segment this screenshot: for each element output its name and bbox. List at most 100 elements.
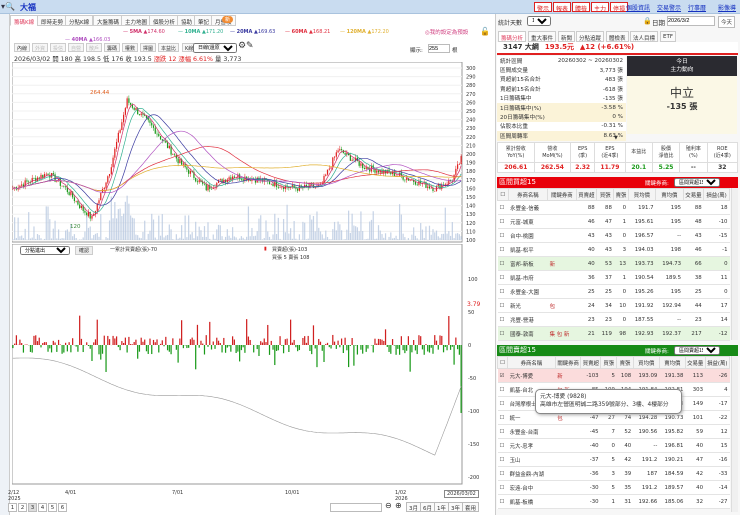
chart-tool-button[interactable]: 外資 [32,43,49,52]
row-checkbox[interactable]: ☐ [497,228,509,243]
broker-row[interactable]: ☐ 群益金鼎-內湖 -36 3 39 187 184.59 42 -33 [497,466,730,481]
row-checkbox[interactable]: ☐ [497,312,509,327]
chart-tool-button[interactable]: 擇圖 [140,43,157,52]
right-tab-2[interactable]: 新聞 [558,31,576,42]
tab-0[interactable]: 籌碼K線 [10,15,39,26]
bars-count-input[interactable] [428,44,450,53]
price-chart[interactable]: 300 290 280 270 260 250 240 230 220 210 200 190 180 1… [12,62,490,244]
right-tab-5[interactable]: 法人目標 [630,31,659,42]
row-checkbox[interactable]: ☐ [497,326,509,341]
broker-row[interactable]: ☐ 凱基-板橋 -30 1 31 192.66 185.06 32 -27 [497,494,730,509]
range-button[interactable]: 1年 [434,502,449,512]
row-checkbox[interactable]: ☑ [497,368,508,383]
page-button[interactable]: 1 [8,503,17,512]
row-checkbox[interactable]: ☐ [497,284,509,299]
broker-row[interactable]: ☐ 宏遠-台中 -30 5 35 191.2 189.57 40 -14 [497,480,730,495]
row-checkbox[interactable]: ☐ [497,242,509,257]
row-checkbox[interactable]: ☐ [497,466,508,481]
tab-2[interactable]: 分點K線 [65,15,94,26]
today-button[interactable]: 今天 [718,16,736,28]
broker-row[interactable]: ☐ 兆豐-營港 23 23 0 187.55 -- 23 14 [497,312,730,327]
row-checkbox[interactable]: ☐ [497,382,508,397]
broker-row[interactable]: ☐ 台中-桃園 43 43 0 196.57 -- 43 -15 [497,228,730,243]
action-button[interactable]: 報表 [553,2,572,13]
range-button[interactable]: 套用 [462,502,480,512]
broker-row[interactable]: ☐ 永豐金-信義 88 88 0 191.7 195 88 18 [497,200,730,215]
column-header[interactable]: 交易量 [684,356,706,369]
broker-row[interactable]: ☐ 元富-城東 46 47 1 195.61 195 48 -10 [497,214,730,229]
row-checkbox[interactable]: ☐ [497,452,508,467]
column-header[interactable]: 買張 [596,188,615,201]
broker-row[interactable]: ☐ 永豐金-大園 25 25 0 195.26 195 25 0 [497,284,730,299]
sell-scrollbar[interactable] [731,356,738,512]
broker-chart[interactable]: 100 50 0 -50 -100 -150 -200 [12,244,490,488]
header-link[interactable]: 交易警示 [657,3,681,12]
header-link[interactable]: 行事曆 [688,3,706,12]
column-header[interactable]: 券商名稱 [507,188,549,201]
column-header[interactable]: 損益(萬) [703,188,730,201]
column-header[interactable]: 買均價 [627,188,657,201]
row-checkbox[interactable]: ☐ [497,200,509,215]
default-setting-link[interactable]: ◎我的設定為預設 [425,28,468,36]
range-button[interactable]: 3月 [406,502,421,512]
chart-tool-button[interactable]: 籌碼 [104,43,121,52]
page-button[interactable]: 6 [58,503,67,512]
page-button[interactable]: 4 [38,503,47,512]
tab-4[interactable]: 主力地圖 [121,15,152,26]
row-checkbox[interactable]: ☐ [497,396,508,411]
search-icon[interactable]: ▾🔍 [1,2,15,11]
page-button[interactable]: 5 [48,503,57,512]
broker-row[interactable]: ☐ 凱基-松平 40 43 3 194.03 198 46 -1 [497,242,730,257]
settings-gear-icon[interactable]: ⚙ [238,41,246,51]
column-header[interactable]: 關鍵券商 [554,356,582,369]
action-button[interactable]: 主力 [591,2,610,13]
row-checkbox[interactable]: ☐ [497,424,508,439]
sell-broker-select[interactable]: 區間賣超15 [674,346,720,355]
column-header[interactable]: 賣均價 [655,188,684,201]
draw-pen-icon[interactable]: ✎ [246,41,254,51]
range-button[interactable]: 6月 [420,502,435,512]
chart-tool-button[interactable]: 投信 [50,43,67,52]
expand-icon[interactable]: ▼ [614,135,618,141]
tab-5[interactable]: 個股分析 [149,15,180,26]
zoom-out-icon[interactable]: ⊖ [385,501,392,510]
column-header[interactable]: 交易量 [682,188,705,201]
row-checkbox[interactable]: ☐ [497,298,509,313]
column-header[interactable]: 買均價 [632,356,660,369]
right-tab-0[interactable]: 籌碼分析 [498,31,527,42]
confirm-button[interactable]: 確認 [75,246,94,255]
chart-tool-button[interactable]: 自營 [68,43,85,52]
tab-1[interactable]: 即時走勢 [37,15,68,26]
lower-chart-select[interactable]: 分點進出 [20,246,70,255]
broker-row[interactable]: ☐ 元大-忠孝 -40 0 40 -- 196.81 40 15 [497,438,730,453]
date-lock-icon[interactable]: 🔒 [643,17,652,25]
column-header[interactable]: 買賣超 [575,188,598,201]
column-header[interactable]: 買張 [600,356,618,369]
zoom-in-icon[interactable]: ⊕ [395,501,402,510]
column-header[interactable]: 賣張 [613,188,629,201]
row-checkbox[interactable]: ☐ [497,438,508,453]
broker-row[interactable]: ☐ 永豐金-台南 -45 7 52 190.56 195.82 59 12 [497,424,730,439]
right-tab-1[interactable]: 重大事件 [528,31,557,42]
range-button[interactable]: 3年 [448,502,463,512]
row-checkbox[interactable]: ☐ [497,270,509,285]
broker-row[interactable]: ☑ 元大-博愛新 -103 5 108 193.09 191.38 113 -26 [497,368,730,383]
column-header[interactable]: 買賣超 [580,356,602,369]
right-tab-3[interactable]: 分點追蹤 [576,31,605,42]
lock-icon[interactable]: 🔓 [480,27,490,36]
right-tab-6[interactable]: ETF [660,31,676,42]
chart-tool-button[interactable]: 散戶 [86,43,103,52]
date-input[interactable] [330,503,382,512]
days-select[interactable]: 1 [527,16,551,26]
buy-scrollbar[interactable] [731,188,738,340]
column-header[interactable]: 關鍵券商 [547,188,577,201]
date-field[interactable] [667,16,715,26]
column-header[interactable]: 賣張 [616,356,634,369]
broker-row[interactable]: ☐ 玉山 -37 5 42 191.2 190.21 47 -16 [497,452,730,467]
page-button[interactable]: 2 [18,503,27,512]
period-select[interactable]: 日線(還原) [193,43,237,53]
header-link[interactable]: 個股資訊 [626,3,650,12]
broker-row[interactable]: ☐ 新光包 24 34 10 191.92 192.94 44 17 [497,298,730,313]
broker-row[interactable]: ☐ 凱基-市府 36 37 1 190.54 189.5 38 11 [497,270,730,285]
row-checkbox[interactable]: ☐ [497,410,508,425]
